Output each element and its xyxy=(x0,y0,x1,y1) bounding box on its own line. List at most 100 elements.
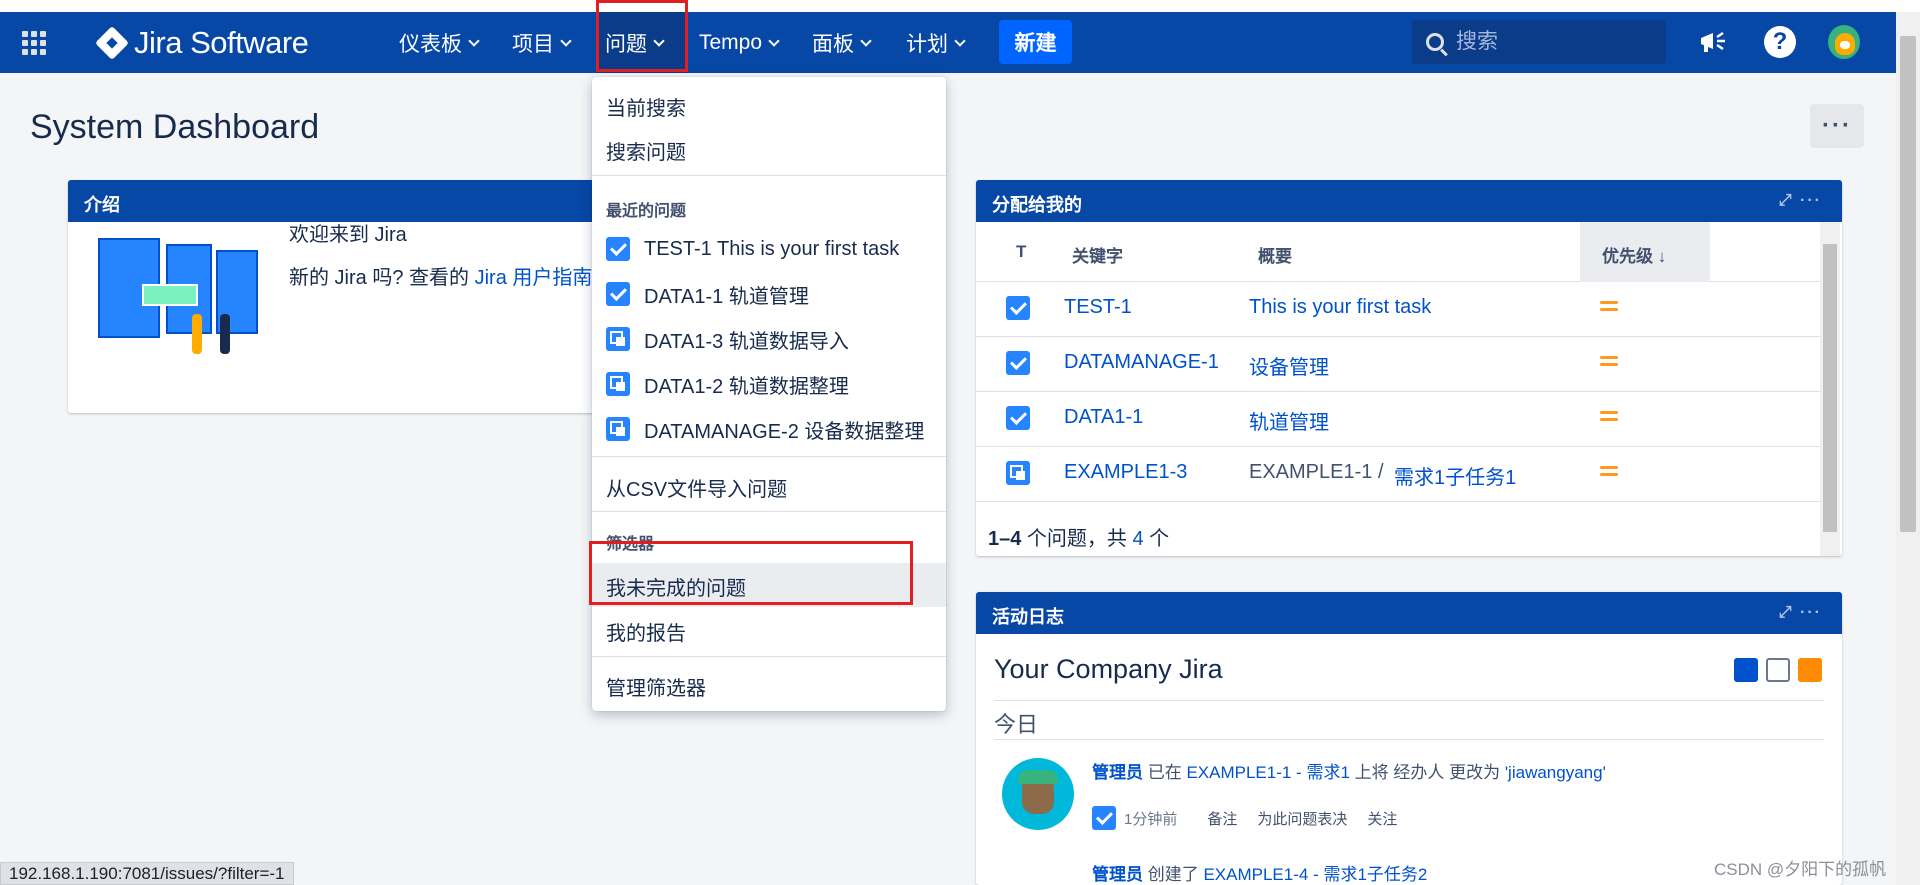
nav-plans[interactable]: 计划 xyxy=(906,27,966,59)
table-row[interactable]: DATAMANAGE-1 设备管理 xyxy=(976,337,1820,392)
stream-title: Your Company Jira xyxy=(994,654,1223,684)
activity-time: 1分钟前 xyxy=(1124,810,1178,828)
col-priority[interactable]: 优先级 ↓ xyxy=(1602,242,1666,267)
watch-action[interactable]: 关注 xyxy=(1367,808,1397,829)
table-scrollbar[interactable] xyxy=(1820,222,1840,556)
chevron-down-icon xyxy=(768,34,780,47)
task-type-icon xyxy=(1006,296,1030,320)
issues-table-header: T 关键字 概要 优先级 ↓ xyxy=(976,222,1820,282)
recent-issue-label: DATA1-1 轨道管理 xyxy=(644,285,809,308)
search-box[interactable] xyxy=(1412,20,1666,64)
menu-item-search-issues[interactable]: 搜索问题 xyxy=(592,127,946,171)
page-title: System Dashboard xyxy=(30,108,320,146)
nav-boards[interactable]: 面板 xyxy=(812,27,872,59)
menu-item-current-search[interactable]: 当前搜索 xyxy=(592,83,946,127)
menu-divider xyxy=(592,511,946,512)
menu-item-recent-issue[interactable]: DATAMANAGE-2 设备数据整理 xyxy=(606,407,946,451)
issue-summary-link[interactable]: 轨道管理 xyxy=(1249,406,1329,435)
dashboard-more-button[interactable]: ··· xyxy=(1810,104,1864,148)
table-scrollbar-thumb[interactable] xyxy=(1823,244,1837,532)
app-name: Jira Software xyxy=(134,25,309,60)
vote-action[interactable]: 为此问题表决 xyxy=(1257,808,1347,829)
table-row[interactable]: DATA1-1 轨道管理 xyxy=(976,392,1820,447)
issue-summary-link[interactable]: 设备管理 xyxy=(1249,351,1329,380)
list-view-icon[interactable] xyxy=(1766,658,1790,682)
nav-tempo[interactable]: Tempo xyxy=(699,27,780,59)
jira-logo[interactable]: Jira Software xyxy=(95,25,309,61)
rss-feed-icon[interactable] xyxy=(1798,658,1822,682)
nav-projects[interactable]: 项目 xyxy=(512,27,572,59)
day-heading: 今日 xyxy=(994,700,1824,740)
gadget-tools[interactable]: ⤢ ··· xyxy=(1779,192,1822,210)
col-key[interactable]: 关键字 xyxy=(1072,242,1123,267)
col-summary[interactable]: 概要 xyxy=(1258,242,1292,267)
user-link[interactable]: 管理员 xyxy=(1092,865,1143,884)
priority-medium-icon xyxy=(1600,300,1618,312)
full-view-icon[interactable] xyxy=(1734,658,1758,682)
user-link[interactable]: 管理员 xyxy=(1092,763,1143,782)
issue-summary-link[interactable]: This is your first task xyxy=(1249,296,1431,319)
table-row[interactable]: TEST-1 This is your first task xyxy=(976,282,1820,337)
issue-key-link[interactable]: TEST-1 xyxy=(1064,296,1132,319)
task-type-icon xyxy=(1006,406,1030,430)
intro-gadget: 介绍 欢迎来到 Jira 新的 Jira 吗? 查看的 Jira 用户指南 xyxy=(68,180,608,413)
menu-item-import-csv[interactable]: 从CSV文件导入问题 xyxy=(592,464,946,508)
assigned-to-me-gadget: 分配给我的 ⤢ ··· T 关键字 概要 优先级 ↓ TEST-1 This i… xyxy=(976,180,1842,556)
priority-medium-icon xyxy=(1600,410,1618,422)
task-type-icon xyxy=(606,237,630,261)
chevron-down-icon xyxy=(560,34,572,47)
subtask-type-icon xyxy=(606,372,630,396)
activity-gadget-header: 活动日志 ⤢ ··· xyxy=(976,592,1842,634)
menu-divider xyxy=(592,456,946,457)
nav-dashboards[interactable]: 仪表板 xyxy=(399,27,480,59)
nav-label: 计划 xyxy=(906,33,948,56)
user-avatar[interactable] xyxy=(1828,25,1860,59)
issue-key-link[interactable]: EXAMPLE1-3 xyxy=(1064,461,1187,484)
col-type[interactable]: T xyxy=(1016,242,1026,262)
parent-issue-key[interactable]: EXAMPLE1-1 / xyxy=(1249,461,1384,484)
user-avatar[interactable] xyxy=(1002,758,1074,830)
chevron-down-icon xyxy=(954,34,966,47)
assignee-value: 'jiawangyang' xyxy=(1504,763,1606,782)
user-guide-link[interactable]: Jira 用户指南 xyxy=(469,267,593,289)
issue-link[interactable]: EXAMPLE1-1 - 需求1 xyxy=(1186,763,1349,782)
help-icon[interactable]: ? xyxy=(1764,26,1796,58)
chevron-down-icon xyxy=(468,34,480,47)
activity-text: 上将 经办人 更改为 xyxy=(1349,763,1505,782)
search-input[interactable] xyxy=(1456,30,1646,54)
task-type-icon xyxy=(606,282,630,306)
menu-divider xyxy=(592,656,946,657)
menu-item-recent-issue[interactable]: TEST-1 This is your first task xyxy=(606,227,946,271)
priority-medium-icon xyxy=(1600,355,1618,367)
activity-text: 已在 xyxy=(1143,763,1187,782)
app-switcher-icon[interactable] xyxy=(22,31,48,57)
menu-item-manage-filters[interactable]: 管理筛选器 xyxy=(592,663,946,707)
issue-key-link[interactable]: DATAMANAGE-1 xyxy=(1064,351,1219,374)
assigned-gadget-header: 分配给我的 ⤢ ··· xyxy=(976,180,1842,222)
activity-meta: 1分钟前 备注 为此问题表决 关注 xyxy=(1092,806,1397,830)
menu-item-recent-issue[interactable]: DATA1-3 轨道数据导入 xyxy=(606,317,946,361)
intro-illustration xyxy=(98,214,258,354)
comment-action[interactable]: 备注 xyxy=(1207,808,1237,829)
menu-divider xyxy=(592,175,946,176)
footer-text: 个问题，共 xyxy=(1021,528,1133,550)
col-priority-label: 优先级 xyxy=(1602,247,1653,266)
page-scrollbar-thumb[interactable] xyxy=(1900,36,1916,532)
menu-item-recent-issue[interactable]: DATA1-1 轨道管理 xyxy=(606,272,946,316)
issue-summary-link[interactable]: 需求1子任务1 xyxy=(1394,461,1516,490)
window-top-strip xyxy=(0,0,1920,12)
issue-key-link[interactable]: DATA1-1 xyxy=(1064,406,1143,429)
gadget-tools[interactable]: ⤢ ··· xyxy=(1779,604,1822,622)
create-button[interactable]: 新建 xyxy=(999,20,1072,64)
menu-item-reported-by-me[interactable]: 我的报告 xyxy=(592,608,946,652)
announcement-icon[interactable] xyxy=(1698,26,1730,58)
nav-label: 面板 xyxy=(812,33,854,56)
activity-entry: 管理员 创建了 EXAMPLE1-4 - 需求1子任务2 xyxy=(1092,860,1427,885)
menu-item-recent-issue[interactable]: DATA1-2 轨道数据整理 xyxy=(606,362,946,406)
table-row[interactable]: EXAMPLE1-3 EXAMPLE1-1 / 需求1子任务1 xyxy=(976,447,1820,502)
jira-diamond-icon xyxy=(95,26,129,60)
footer-total-link[interactable]: 4 xyxy=(1133,528,1144,550)
recent-issue-label: DATA1-2 轨道数据整理 xyxy=(644,375,849,398)
issue-link[interactable]: EXAMPLE1-4 - 需求1子任务2 xyxy=(1203,865,1427,884)
search-icon xyxy=(1426,33,1444,51)
